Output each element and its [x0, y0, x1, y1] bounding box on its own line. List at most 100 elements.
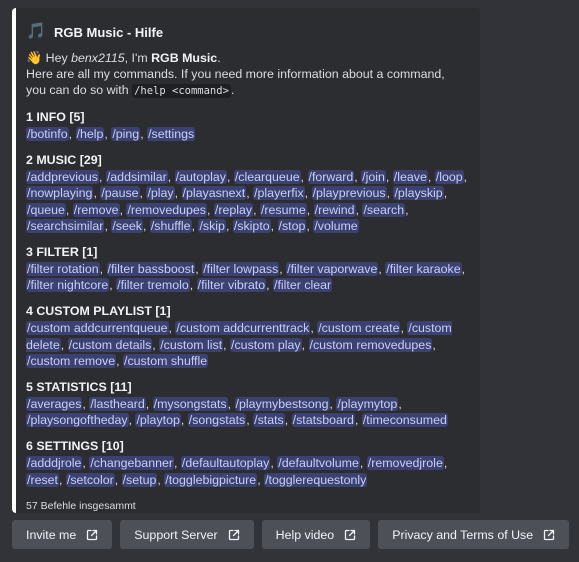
slash-command[interactable]: /changebanner — [89, 456, 174, 471]
slash-command[interactable]: /togglebigpicture — [164, 472, 258, 487]
button-label: Support Server — [134, 527, 218, 542]
slash-command[interactable]: /skip — [198, 218, 226, 233]
slash-command[interactable]: /custom remove — [26, 353, 117, 368]
slash-command[interactable]: /custom list — [159, 337, 224, 352]
greeting-text: 👋 Hey benx2115, I'm RGB Music. Here are … — [26, 50, 468, 99]
slash-command[interactable]: /seek — [111, 218, 143, 233]
slash-command[interactable]: /setcolor — [65, 472, 115, 487]
slash-command[interactable]: /clearqueue — [233, 170, 301, 185]
command-section: 3 FILTER [1] /filter rotation, /filter ba… — [26, 244, 468, 293]
command-section: 6 SETTINGS [10] /adddjrole, /changebanner… — [26, 438, 468, 487]
command-section: 5 STATISTICS [11] /averages, /lastheard, … — [26, 379, 468, 428]
slash-command[interactable]: /ping — [111, 127, 141, 141]
section-title: 4 CUSTOM PLAYLIST [1] — [26, 304, 171, 319]
button-label: Privacy and Terms of Use — [392, 527, 534, 542]
slash-command[interactable]: /volume — [313, 218, 359, 233]
embed-title: RGB Music - Hilfe — [54, 24, 164, 40]
slash-command[interactable]: /searchsimilar — [26, 218, 105, 233]
slash-command[interactable]: /playasnext — [181, 186, 247, 201]
help-command-code: /help <command> — [132, 84, 231, 98]
slash-command[interactable]: /addsimilar — [105, 170, 168, 185]
slash-command[interactable]: /playsongoftheday — [26, 413, 129, 428]
slash-command[interactable]: /filter rotation — [26, 262, 100, 277]
slash-command[interactable]: /rewind — [313, 202, 356, 217]
greeting-end: . — [230, 83, 235, 97]
slash-command[interactable]: /averages — [26, 397, 83, 412]
slash-command[interactable]: /timeconsumed — [361, 413, 448, 428]
slash-command[interactable]: /custom details — [67, 337, 153, 352]
slash-command[interactable]: /statsboard — [291, 413, 355, 428]
command-section: 1 INFO [5] /botinfo, /help, /ping, /setti… — [26, 109, 468, 142]
slash-command[interactable]: /defaultvolume — [277, 456, 360, 471]
slash-command[interactable]: /filter tremolo — [116, 278, 190, 293]
button-label: Invite me — [26, 527, 77, 542]
greeting-dot: . — [217, 51, 221, 65]
slash-command[interactable]: /settings — [147, 127, 196, 141]
slash-command[interactable]: /playmybestsong — [234, 397, 330, 412]
section-title: 5 STATISTICS [11] — [26, 380, 132, 395]
slash-command[interactable]: /resume — [259, 202, 307, 217]
slash-command[interactable]: /remove — [72, 202, 120, 217]
slash-command[interactable]: /pause — [100, 186, 140, 201]
slash-command[interactable]: /lastheard — [89, 397, 146, 412]
slash-command[interactable]: /mysongstats — [152, 397, 228, 412]
slash-command[interactable]: /filter karaoke — [385, 262, 462, 277]
slash-command[interactable]: /custom removedupes — [308, 337, 433, 352]
slash-command[interactable]: /filter vaporwave — [286, 262, 379, 277]
slash-command[interactable]: /addprevious — [26, 170, 99, 185]
slash-command[interactable]: /filter lowpass — [202, 262, 280, 277]
slash-command[interactable]: /filter clear — [273, 278, 333, 293]
link-button[interactable]: Help video — [261, 520, 371, 549]
embed-author: 🎵 RGB Music - Hilfe — [26, 22, 468, 42]
slash-command[interactable]: /queue — [26, 202, 66, 217]
slash-command[interactable]: /join — [361, 170, 386, 185]
command-list: /filter rotation, /filter bassboost, /fi… — [26, 262, 466, 293]
link-buttons: Invite me Support Server Help video Privacy… — [12, 520, 570, 549]
slash-command[interactable]: /adddjrole — [26, 456, 83, 471]
slash-command[interactable]: /removedupes — [126, 202, 207, 217]
slash-command[interactable]: /stats — [253, 413, 285, 428]
slash-command[interactable]: /forward — [307, 170, 355, 185]
slash-command[interactable]: /shuffle — [149, 218, 192, 233]
slash-command[interactable]: /setup — [121, 472, 158, 487]
slash-command[interactable]: /custom play — [230, 337, 302, 352]
slash-command[interactable]: /reset — [26, 472, 59, 487]
slash-command[interactable]: /playskip — [393, 186, 444, 201]
slash-command[interactable]: /replay — [213, 202, 254, 217]
slash-command[interactable]: /help — [75, 127, 105, 141]
slash-command[interactable]: /custom addcurrenttrack — [175, 321, 311, 336]
slash-command[interactable]: /autoplay — [174, 170, 227, 185]
slash-command[interactable]: /playmytop — [336, 397, 399, 412]
button-label: Help video — [275, 527, 335, 542]
slash-command[interactable]: /botinfo — [26, 127, 69, 141]
link-button[interactable]: Privacy and Terms of Use — [378, 520, 570, 549]
slash-command[interactable]: /leave — [392, 170, 428, 185]
slash-command[interactable]: /nowplaying — [26, 186, 94, 201]
link-button[interactable]: Invite me — [12, 520, 113, 549]
slash-command[interactable]: /filter nightcore — [26, 278, 110, 293]
slash-command[interactable]: /custom shuffle — [123, 353, 209, 368]
slash-command[interactable]: /stop — [277, 218, 307, 233]
slash-command[interactable]: /removedjrole — [366, 456, 444, 471]
slash-command[interactable]: /defaultautoplay — [180, 456, 271, 471]
command-section: 2 MUSIC [29] /addprevious, /addsimilar, /… — [26, 152, 468, 234]
slash-command[interactable]: /filter bassboost — [106, 262, 196, 277]
slash-command[interactable]: /loop — [434, 170, 464, 185]
section-title: 1 INFO [5] — [26, 110, 85, 124]
greeting-hey: Hey — [45, 51, 72, 65]
slash-command[interactable]: /play — [146, 186, 175, 201]
slash-command[interactable]: /playerfix — [253, 186, 305, 201]
slash-command[interactable]: /togglerequestonly — [264, 472, 368, 487]
slash-command[interactable]: /playtop — [135, 413, 181, 428]
external-link-icon — [345, 529, 356, 540]
external-link-icon — [543, 529, 555, 540]
link-button[interactable]: Support Server — [120, 520, 254, 549]
slash-command[interactable]: /search — [362, 202, 406, 217]
slash-command[interactable]: /custom addcurrentqueue — [26, 321, 169, 336]
slash-command[interactable]: /custom create — [317, 321, 401, 336]
slash-command[interactable]: /playprevious — [311, 186, 387, 201]
section-title: 2 MUSIC [29] — [26, 153, 102, 168]
slash-command[interactable]: /filter vibrato — [196, 278, 267, 293]
slash-command[interactable]: /skipto — [232, 218, 271, 233]
slash-command[interactable]: /songstats — [187, 413, 247, 428]
